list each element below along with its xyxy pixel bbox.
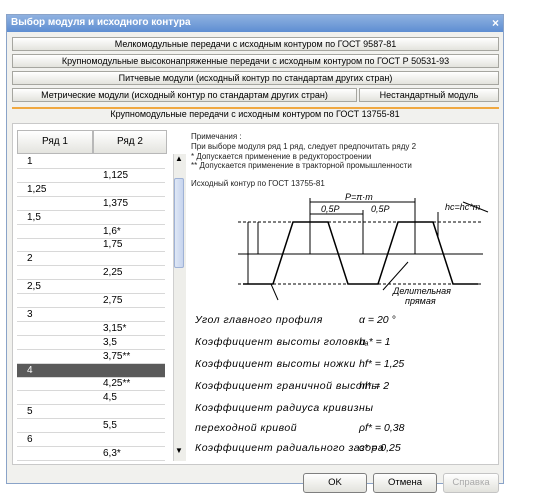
row2-value: 5,5 xyxy=(103,420,117,432)
title-bar: Выбор модуля и исходного контура × xyxy=(7,15,503,32)
parameter-value: hf* = 1,25 xyxy=(359,358,405,370)
window-title: Выбор модуля и исходного контура xyxy=(11,17,191,28)
row2-value: 3,15* xyxy=(103,322,127,334)
row2-value: 1,75 xyxy=(103,239,123,251)
row1-value: 6 xyxy=(27,434,33,445)
row1-value: 5 xyxy=(27,406,33,418)
contour-caption: Исходный контур по ГОСТ 13755-81 xyxy=(191,179,325,188)
table-row[interactable]: 4,5 xyxy=(17,391,165,406)
row1-value: 4 xyxy=(27,364,33,376)
table-row[interactable]: 2 xyxy=(17,252,165,267)
row2-value: 1,125 xyxy=(103,169,129,181)
parameter-value: hl* = 2 xyxy=(359,380,390,392)
table-row[interactable]: 1,125 xyxy=(17,169,165,183)
table-row[interactable]: 5 xyxy=(17,405,165,420)
pitch-line-label-2: прямая xyxy=(405,296,436,306)
row2-value: 3,75** xyxy=(103,350,131,362)
hc-label: hc=hc*m xyxy=(445,202,481,212)
table-row[interactable]: 1,375 xyxy=(17,197,165,211)
row2-value: 1,375 xyxy=(103,197,129,209)
parameter-label: Коэффициент радиального зазора xyxy=(195,442,385,454)
tab-content: Ряд 1 Ряд 2 1 1,125 1,25 1,375 1,5 1,6* 1,75 2 2… xyxy=(12,123,499,465)
tab-metric-modules[interactable]: Метрические модули (исходный контур по с… xyxy=(12,88,357,102)
table-row[interactable]: 4 xyxy=(17,363,165,378)
column-header-row1[interactable]: Ряд 1 xyxy=(17,130,93,154)
table-row[interactable]: 6 xyxy=(17,433,165,447)
row1-value: 2,5 xyxy=(27,281,41,293)
row1-value: 1 xyxy=(27,156,33,167)
table-row[interactable]: 1,75 xyxy=(17,238,165,253)
table-row[interactable]: 1 xyxy=(17,155,165,169)
parameter-value: α = 20 ° xyxy=(359,314,396,326)
module-selection-dialog: Выбор модуля и исходного контура × Мелко… xyxy=(6,14,504,493)
scroll-up-icon[interactable]: ▲ xyxy=(173,154,185,166)
row1-value: 3 xyxy=(27,308,33,320)
parameter-label: Коэффициент радиуса кривизны xyxy=(195,402,374,414)
parameter-label: Коэффициент высоты головки xyxy=(195,336,366,348)
scroll-down-icon[interactable]: ▼ xyxy=(173,446,185,458)
table-row[interactable]: 2,5 xyxy=(17,280,165,295)
notes-heading: Примечания : xyxy=(191,132,242,141)
table-row[interactable]: 4,25** xyxy=(17,377,165,392)
column-header-row2[interactable]: Ряд 2 xyxy=(93,130,167,154)
tab-high-stress-gost-50531[interactable]: Крупномодульные высоконапряженные переда… xyxy=(12,54,499,68)
row2-value: 4,25** xyxy=(103,378,131,390)
table-row[interactable]: 3 xyxy=(17,308,165,322)
note-line-3: ** Допускается применение в тракторной п… xyxy=(191,161,412,170)
help-button[interactable]: Справка xyxy=(443,473,499,493)
row2-value: 2,75 xyxy=(103,295,123,306)
parameter-value: hₐ* = 1 xyxy=(359,336,391,348)
row1-value: 2 xyxy=(27,253,33,265)
table-row[interactable]: 1,6* xyxy=(17,225,165,239)
table-row[interactable]: 6,3* xyxy=(17,447,165,461)
pitch-label: P=π·m xyxy=(345,192,373,202)
row2-value: 4,5 xyxy=(103,392,117,404)
row2-value: 2,25 xyxy=(103,267,123,279)
table-row[interactable]: 3,75** xyxy=(17,350,165,364)
scrollbar-thumb[interactable] xyxy=(174,178,184,268)
table-row[interactable]: 3,5 xyxy=(17,336,165,350)
row2-value: 6,3* xyxy=(103,447,121,459)
tab-pitch-modules[interactable]: Питчевые модули (исходный контур по стан… xyxy=(12,71,499,85)
basic-rack-contour-diagram: P=π·m 0,5P 0,5P hc=hc*m Делительная прям… xyxy=(238,192,489,306)
table-row[interactable]: 1,25 xyxy=(17,183,165,197)
row2-value: 3,5 xyxy=(103,336,117,348)
table-row[interactable]: 3,15* xyxy=(17,322,165,336)
table-row[interactable]: 2,75 xyxy=(17,294,165,308)
half-pitch-label-2: 0,5P xyxy=(371,204,390,214)
parameter-label: Коэффициент граничной высоты xyxy=(195,380,380,392)
parameter-value: ρf* = 0,38 xyxy=(359,422,405,434)
parameter-label: Коэффициент высоты ножки xyxy=(195,358,356,370)
tab-nonstandard-module[interactable]: Нестандартный модуль xyxy=(359,88,499,102)
note-line-1: При выборе модуля ряд 1 ряд, следует пре… xyxy=(191,142,417,151)
pitch-line-label-1: Делительная xyxy=(392,286,451,296)
half-pitch-label-1: 0,5P xyxy=(321,204,340,214)
row2-value: 1,6* xyxy=(103,225,121,237)
tab-fine-module-gost-9587[interactable]: Мелкомодульные передачи с исходным конту… xyxy=(12,37,499,51)
note-line-2: * Допускается применение в редукторостро… xyxy=(191,152,372,161)
parameter-label: переходной кривой xyxy=(195,422,298,434)
active-tab-title: Крупномодульные передачи с исходным конт… xyxy=(110,109,400,119)
close-icon[interactable]: × xyxy=(492,16,499,30)
table-row[interactable]: 5,5 xyxy=(17,419,165,434)
ok-button[interactable]: OK xyxy=(303,473,367,493)
table-row[interactable]: 1,5 xyxy=(17,211,165,225)
table-row[interactable]: 2,25 xyxy=(17,266,165,281)
cancel-button[interactable]: Отмена xyxy=(373,473,437,493)
row1-value: 1,25 xyxy=(27,183,47,195)
parameter-label: Угол главного профиля xyxy=(195,314,323,326)
row1-value: 1,5 xyxy=(27,211,41,223)
parameter-value: c* = 0,25 xyxy=(359,442,401,454)
